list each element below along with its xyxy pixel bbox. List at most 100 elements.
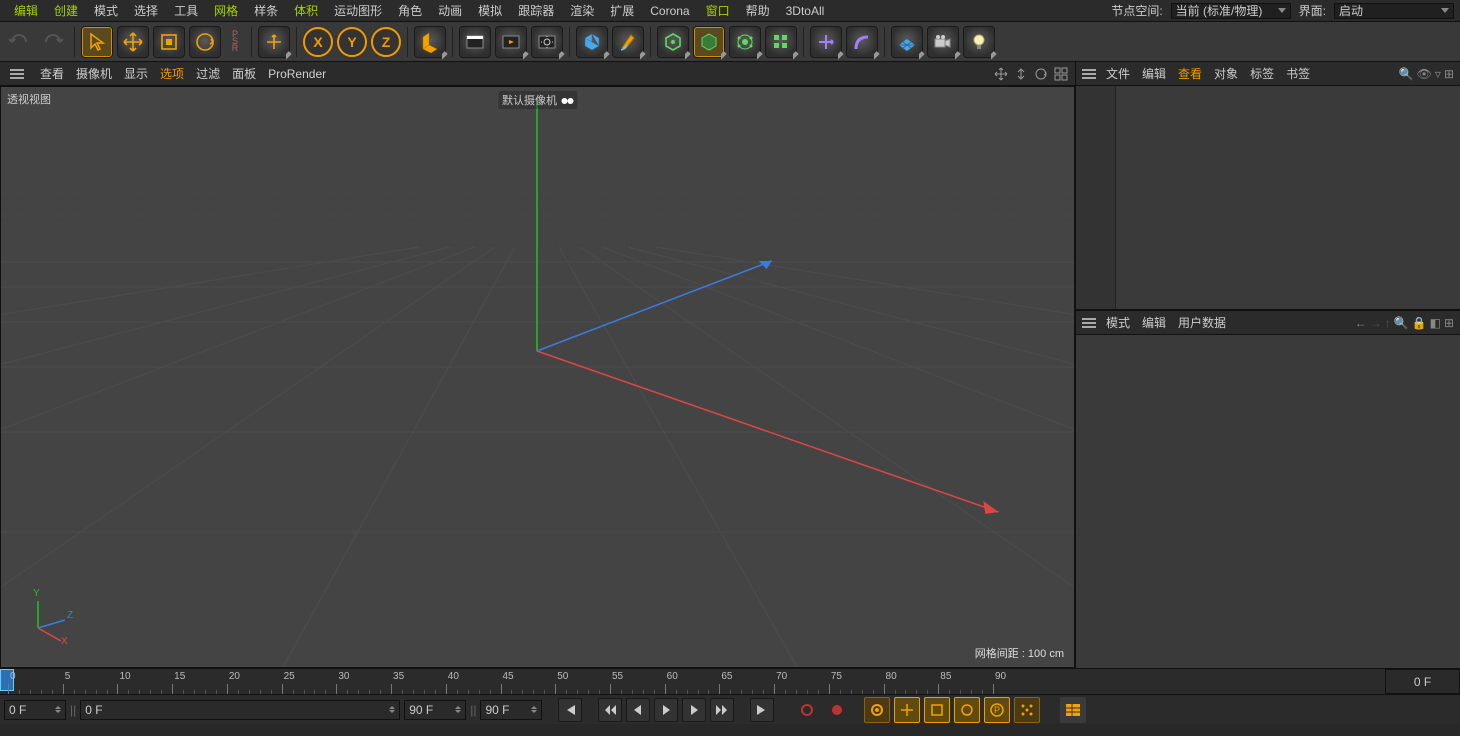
menu-扩展[interactable]: 扩展 [602,2,642,20]
attribute-manager-body[interactable] [1076,335,1460,668]
menu-3DtoAll[interactable]: 3DtoAll [778,2,833,20]
menu-窗口[interactable]: 窗口 [698,2,738,20]
new-window-icon[interactable]: ◧ [1430,316,1441,330]
timeline-end-field[interactable]: 0 F [1385,669,1460,694]
perspective-viewport[interactable]: 透视视图 默认摄像机 网格间距 : 100 cm Y Z X [0,86,1075,668]
key-scale-button[interactable] [924,697,950,723]
menu-Corona[interactable]: Corona [642,2,697,20]
menu-创建[interactable]: 创建 [46,2,86,20]
range-start-field[interactable]: 0 F [4,700,66,720]
menu-角色[interactable]: 角色 [390,2,430,20]
floor-button[interactable] [891,26,923,58]
spline-pen-button[interactable] [612,26,644,58]
menu-跟踪器[interactable]: 跟踪器 [510,2,562,20]
attr-hamburger-icon[interactable] [1082,318,1096,328]
obj-tab-文件[interactable]: 文件 [1100,65,1136,83]
interface-dropdown[interactable]: 启动 [1334,3,1454,19]
next-key-button[interactable] [710,698,734,722]
project-end-field[interactable]: 90 F [480,700,542,720]
back-arrow-icon[interactable]: ← [1355,316,1367,330]
key-position-button[interactable] [894,697,920,723]
object-hamburger-icon[interactable] [1082,69,1096,79]
generator-button[interactable] [657,26,689,58]
attr-tab-模式[interactable]: 模式 [1100,314,1136,332]
expand-icon[interactable]: ⊞ [1444,67,1454,81]
obj-tab-查看[interactable]: 查看 [1172,65,1208,83]
psr-button[interactable]: PSR [225,27,245,57]
mograph-button[interactable] [765,26,797,58]
z-axis-lock[interactable]: Z [371,27,401,57]
attr-tab-编辑[interactable]: 编辑 [1136,314,1172,332]
prev-key-button[interactable] [598,698,622,722]
viewport-camera-label[interactable]: 默认摄像机 [498,91,577,109]
menu-编辑[interactable]: 编辑 [6,2,46,20]
viewport-rotate-icon[interactable] [1033,66,1049,82]
undo-button[interactable] [4,27,34,57]
menu-模式[interactable]: 模式 [86,2,126,20]
autokey-button[interactable] [824,697,850,723]
viewport-menu-摄像机[interactable]: 摄像机 [70,65,118,83]
key-pla-button[interactable] [1014,697,1040,723]
next-frame-button[interactable] [682,698,706,722]
menu-网格[interactable]: 网格 [206,2,246,20]
select-tool[interactable] [81,26,113,58]
menu-模拟[interactable]: 模拟 [470,2,510,20]
node-space-dropdown[interactable]: 当前 (标准/物理) [1171,3,1291,19]
viewport-menu-过滤[interactable]: 过滤 [190,65,226,83]
viewport-menu-面板[interactable]: 面板 [226,65,262,83]
scale-tool[interactable] [153,26,185,58]
y-axis-lock[interactable]: Y [337,27,367,57]
menu-渲染[interactable]: 渲染 [562,2,602,20]
deformer-button[interactable] [693,26,725,58]
menu-体积[interactable]: 体积 [286,2,326,20]
play-button[interactable] [654,698,678,722]
primitive-cube-button[interactable] [576,26,608,58]
redo-button[interactable] [38,27,68,57]
move-tool[interactable] [117,26,149,58]
camera-button[interactable] [927,26,959,58]
recent-tool[interactable] [258,26,290,58]
attr-tab-用户数据[interactable]: 用户数据 [1172,314,1232,332]
menu-帮助[interactable]: 帮助 [738,2,778,20]
rotate-tool[interactable] [189,26,221,58]
viewport-toggle-icon[interactable] [1053,66,1069,82]
key-parameter-button[interactable]: P [984,697,1010,723]
goto-end-button[interactable] [750,698,774,722]
viewport-zoom-icon[interactable] [1013,66,1029,82]
field-button[interactable] [729,26,761,58]
key-selection-button[interactable] [864,697,890,723]
axis-center-button[interactable] [810,26,842,58]
obj-tab-编辑[interactable]: 编辑 [1136,65,1172,83]
bend-button[interactable] [846,26,878,58]
search-icon[interactable]: 🔍 [1399,67,1414,81]
prev-frame-button[interactable] [626,698,650,722]
menu-工具[interactable]: 工具 [166,2,206,20]
menu-动画[interactable]: 动画 [430,2,470,20]
lock-icon[interactable]: 🔒 [1412,316,1427,330]
viewport-menu-查看[interactable]: 查看 [34,65,70,83]
render-settings-button[interactable] [531,26,563,58]
forward-arrow-icon[interactable]: → [1370,316,1382,330]
menu-样条[interactable]: 样条 [246,2,286,20]
render-pv-button[interactable] [495,26,527,58]
key-rotation-button[interactable] [954,697,980,723]
menu-选择[interactable]: 选择 [126,2,166,20]
light-button[interactable] [963,26,995,58]
goto-start-button[interactable] [558,698,582,722]
obj-tab-标签[interactable]: 标签 [1244,65,1280,83]
up-arrow-icon[interactable]: ↑ [1385,316,1391,330]
timeline-window-button[interactable] [1060,697,1086,723]
render-view-button[interactable] [459,26,491,58]
viewport-menu-ProRender[interactable]: ProRender [262,65,332,83]
viewport-move-icon[interactable] [993,66,1009,82]
obj-tab-书签[interactable]: 书签 [1280,65,1316,83]
obj-tab-对象[interactable]: 对象 [1208,65,1244,83]
menu-运动图形[interactable]: 运动图形 [326,2,390,20]
object-manager-body[interactable] [1076,86,1460,309]
filter-icon[interactable]: ▿ [1435,67,1441,81]
x-axis-lock[interactable]: X [303,27,333,57]
timeline-ruler[interactable]: 051015202530354045505560657075808590 [0,669,1385,694]
expand-icon[interactable]: ⊞ [1444,316,1454,330]
record-button[interactable] [794,697,820,723]
viewport-menu-显示[interactable]: 显示 [118,65,154,83]
